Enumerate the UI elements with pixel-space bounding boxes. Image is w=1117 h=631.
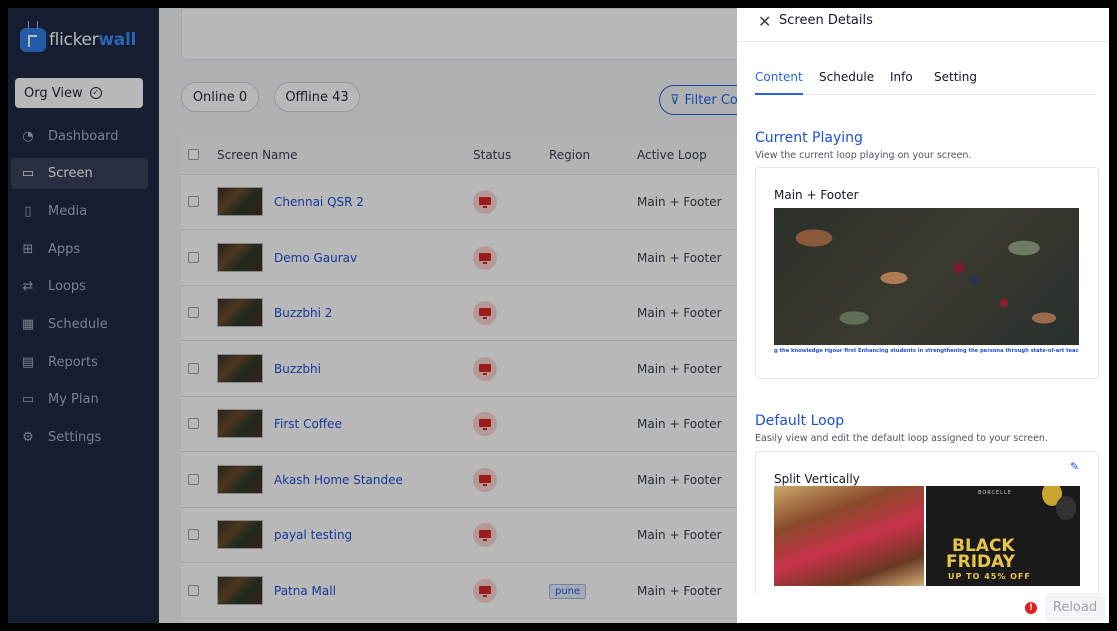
split-left-image xyxy=(774,486,924,586)
panel-tabs: Content Schedule Info Setting xyxy=(755,70,1096,95)
current-loop-preview-image xyxy=(774,208,1079,345)
tab-schedule[interactable]: Schedule xyxy=(819,70,874,95)
black-balloon-icon xyxy=(1056,496,1076,520)
tab-info[interactable]: Info xyxy=(890,70,913,95)
current-playing-title: Current Playing xyxy=(755,130,863,146)
default-loop-card: Split Vertically ✎ BORCELLE BLACK FRIDAY… xyxy=(755,451,1099,601)
screen-details-panel: ✕ Screen Details Content Schedule Info S… xyxy=(737,8,1109,623)
close-icon[interactable]: ✕ xyxy=(758,12,771,31)
default-loop-name: Split Vertically xyxy=(774,472,860,486)
footer-ticker-text: g the knowledge rigour first Enhancing s… xyxy=(774,348,1079,354)
panel-footer: ! Reload xyxy=(737,593,1109,623)
promo-offer: UP TO 45% OFF xyxy=(948,572,1031,581)
default-loop-subtitle: Easily view and edit the default loop as… xyxy=(755,433,1048,444)
panel-header: ✕ Screen Details xyxy=(737,8,1109,42)
tab-content[interactable]: Content xyxy=(755,70,803,95)
modal-backdrop[interactable] xyxy=(8,8,737,623)
panel-title: Screen Details xyxy=(779,13,873,28)
promo-brand: BORCELLE xyxy=(978,490,1012,496)
edit-pencil-icon[interactable]: ✎ xyxy=(1070,460,1079,473)
app-frame: flickerwall Org View ✓ ◔ Dashboard ▭ Scree… xyxy=(8,8,1109,623)
tab-setting[interactable]: Setting xyxy=(934,70,977,95)
split-right-promo: BORCELLE BLACK FRIDAY UP TO 45% OFF xyxy=(926,486,1080,586)
default-loop-title: Default Loop xyxy=(755,413,845,429)
reload-button[interactable]: Reload xyxy=(1045,593,1105,621)
promo-line-2: FRIDAY xyxy=(946,552,1015,572)
current-playing-subtitle: View the current loop playing on your sc… xyxy=(755,150,972,161)
current-loop-name: Main + Footer xyxy=(774,188,859,202)
alert-icon: ! xyxy=(1025,602,1037,614)
current-loop-card: Main + Footer g the knowledge rigour fir… xyxy=(755,167,1099,379)
